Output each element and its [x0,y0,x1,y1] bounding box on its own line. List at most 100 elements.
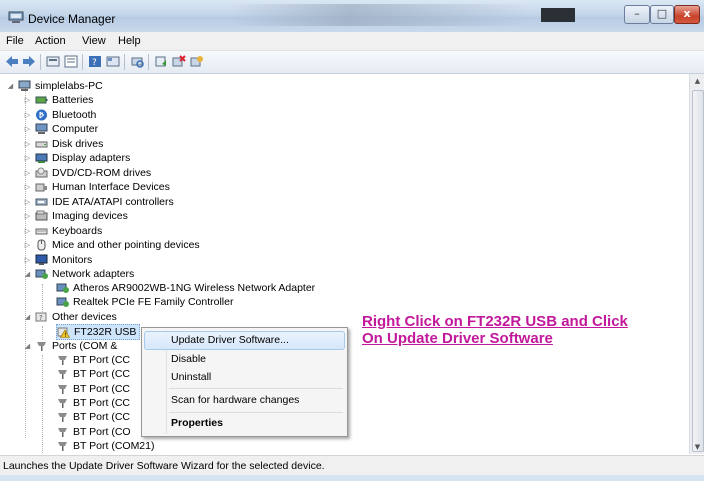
tree-category-label: Bluetooth [52,108,97,121]
back-arrow-icon[interactable] [5,55,19,68]
menu-view[interactable]: View [82,35,106,47]
scroll-up-arrow-icon[interactable]: ▲ [690,74,704,88]
port-icon [58,398,67,408]
annotation-line-1: Right Click on FT232R USB and Click [362,313,628,330]
expand-arrow-icon[interactable]: ▷ [23,227,32,235]
help-icon[interactable]: ? [88,55,102,68]
port-icon [58,384,67,394]
toolbar-separator [40,54,41,70]
menu-help[interactable]: Help [118,35,141,47]
expand-arrow-icon[interactable]: ▷ [23,198,32,206]
close-button[interactable]: x [674,5,700,24]
tree-category[interactable]: ▷ Human Interface Devices [23,180,170,194]
tree-category[interactable]: ▷ Computer [23,122,98,136]
computer-icon [18,80,31,91]
tree-category[interactable]: ▷ Monitors [23,253,92,267]
svg-text:!: ! [64,332,66,338]
menu-item-properties[interactable]: Properties [171,417,223,429]
update-driver-icon[interactable] [154,55,168,68]
tree-root-label: simplelabs-PC [35,80,103,92]
tree-category-ports[interactable]: ◢ Ports (COM & [23,339,118,353]
menu-item-uninstall[interactable]: Uninstall [171,371,211,383]
tree-device-label: BT Port (CO [73,425,131,438]
collapse-arrow-icon[interactable]: ◢ [6,82,15,90]
toolbar-separator [124,54,125,70]
expand-arrow-icon[interactable]: ▷ [23,96,32,104]
tree-device-label: Realtek PCIe FE Family Controller [73,296,234,308]
status-text: Launches the Update Driver Software Wiza… [3,460,325,472]
tree-device-label: BT Port (CC [73,396,130,409]
maximize-button[interactable]: □ [650,5,674,24]
expand-arrow-icon[interactable]: ▷ [23,125,32,133]
menu-item-scan-hardware[interactable]: Scan for hardware changes [171,394,299,406]
tree-category-label: Keyboards [52,224,103,237]
tree-category-label: Imaging devices [52,210,128,222]
collapse-arrow-icon[interactable]: ◢ [23,270,32,278]
collapse-arrow-icon[interactable]: ◢ [23,342,32,350]
forward-arrow-icon[interactable] [22,55,36,68]
tree-device-bt-port[interactable]: BT Port (CC [56,367,130,381]
hid-icon [35,183,47,192]
tree-device-bt-port[interactable]: BT Port (CC [56,382,130,396]
scan-hardware-icon[interactable] [130,55,144,68]
status-bar: Launches the Update Driver Software Wiza… [0,455,704,476]
tree-category[interactable]: ▷ Imaging devices [23,209,128,223]
device-manager-window: Device Manager – □ x File Action View He… [0,0,704,481]
properties-icon[interactable] [64,55,78,68]
tree-device-realtek-controller[interactable]: Realtek PCIe FE Family Controller [56,295,233,309]
expand-arrow-icon[interactable]: ▷ [23,241,32,249]
tree-category-other-devices[interactable]: ◢ ? Other devices [23,310,117,324]
menu-item-update-driver[interactable]: Update Driver Software... [171,334,289,346]
tree-root-node[interactable]: ◢ simplelabs-PC [6,79,103,93]
tree-category[interactable]: ▷ IDE ATA/ATAPI controllers [23,195,174,209]
tree-category-label: Computer [52,123,99,135]
annotation-line-2: On Update Driver Software [362,330,553,347]
tree-device-bt-port[interactable]: BT Port (COM21) [56,439,155,453]
tree-device-label: Atheros AR9002WB-1NG Wireless Network Ad… [73,282,316,294]
expand-arrow-icon[interactable]: ▷ [23,111,32,119]
scrollbar-thumb[interactable] [692,90,704,452]
device-manager-view-icon[interactable] [46,55,60,68]
expand-arrow-icon[interactable]: ▷ [23,183,32,191]
tree-device-ft232r-usb[interactable]: ! FT232R USB [56,324,141,340]
title-bar-obscured-area [541,8,575,22]
tree-device-bt-port[interactable]: BT Port (CC [56,396,130,410]
scroll-down-arrow-icon[interactable]: ▼ [690,440,704,454]
collapse-arrow-icon[interactable]: ◢ [23,313,32,321]
expand-arrow-icon[interactable]: ▷ [23,154,32,162]
port-icon [58,356,67,365]
port-icon [37,342,46,351]
disable-icon[interactable] [190,55,204,68]
tree-category[interactable]: ▷ Batteries [23,93,94,107]
tree-device-bt-port[interactable]: BT Port (CC [56,410,130,424]
port-icon [58,441,67,451]
expand-arrow-icon[interactable]: ▷ [23,256,32,264]
expand-arrow-icon[interactable]: ▷ [23,212,32,220]
tree-category-network-adapters[interactable]: ◢ Network adapters [23,267,135,281]
view-icon[interactable] [106,55,120,68]
expand-arrow-icon[interactable]: ▷ [23,140,32,148]
tree-category[interactable]: ▷ DVD/CD-ROM drives [23,166,151,180]
tree-device-bt-port[interactable]: BT Port (CC [56,353,130,367]
warning-device-icon: ! [57,327,70,338]
tree-category-label: Ports (COM & [52,340,118,352]
tree-guide-line [42,326,43,340]
minimize-button[interactable]: – [624,5,650,24]
menu-action[interactable]: Action [35,35,66,47]
uninstall-icon[interactable] [172,55,186,68]
tree-device-bt-port[interactable]: BT Port (CO [56,425,131,439]
menu-item-disable[interactable]: Disable [171,353,206,365]
menu-file[interactable]: File [6,35,24,47]
tree-category[interactable]: ▷ Disk drives [23,137,104,151]
tree-category[interactable]: ▷ Keyboards [23,224,102,238]
vertical-scrollbar[interactable]: ▲ ▼ [689,74,704,454]
disk-drive-icon [35,141,48,147]
tree-category[interactable]: ▷ Display adapters [23,151,130,165]
port-icon [58,427,67,437]
tree-device-wireless-adapter[interactable]: Atheros AR9002WB-1NG Wireless Network Ad… [56,281,315,295]
tree-category-label: Other devices [52,311,117,323]
tree-category[interactable]: ▷ Mice and other pointing devices [23,238,200,252]
expand-arrow-icon[interactable]: ▷ [23,169,32,177]
tree-category[interactable]: ▷ Bluetooth [23,108,97,122]
tree-guide-line [42,355,43,454]
